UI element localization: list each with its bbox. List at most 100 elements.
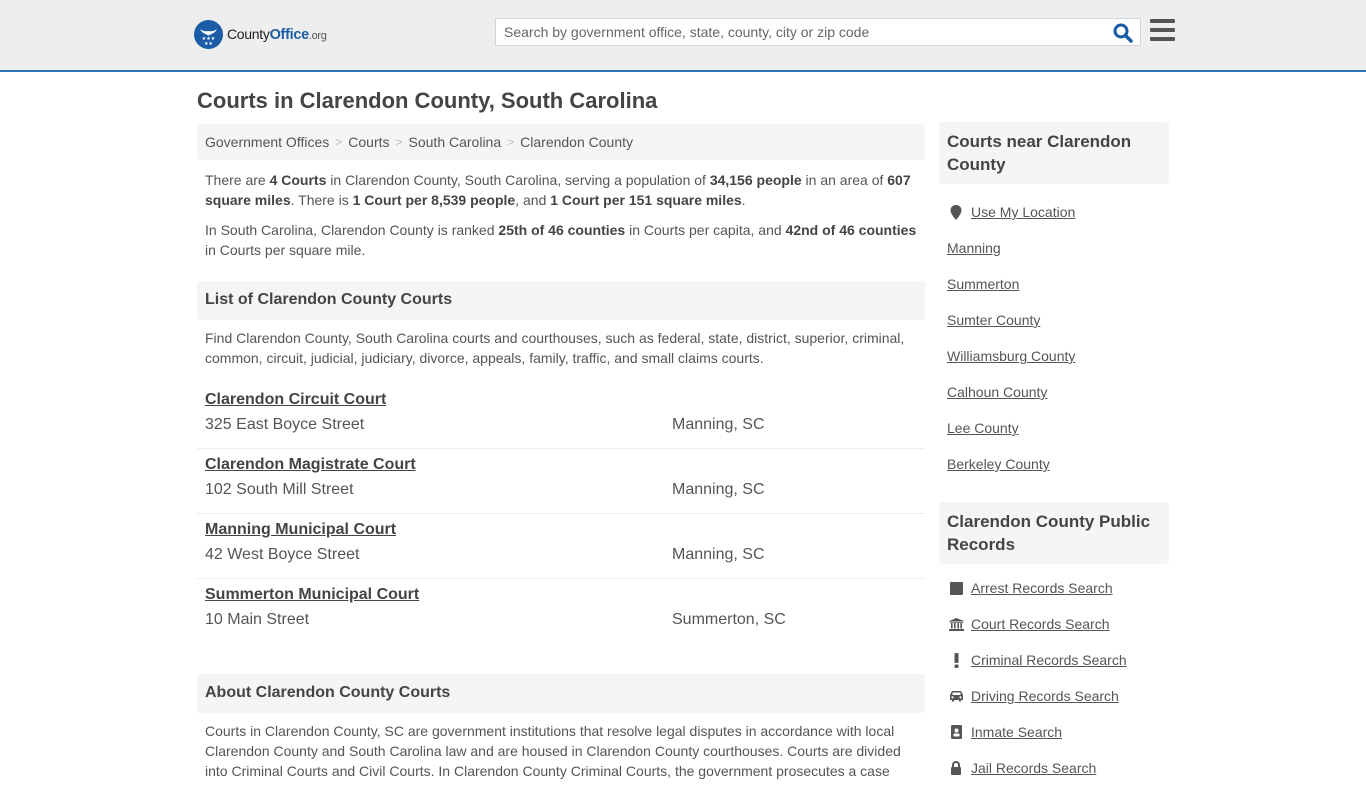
- nearby-link-williamsburg-county[interactable]: Williamsburg County: [947, 348, 1075, 364]
- text: in Courts per capita, and: [625, 222, 786, 238]
- text: , and: [515, 192, 551, 208]
- nearby-link-sumter-county[interactable]: Sumter County: [947, 312, 1040, 328]
- records-item: Jail Records Search: [947, 750, 1161, 786]
- main-content: Government Offices > Courts > South Caro…: [197, 124, 925, 781]
- breadcrumb-government-offices[interactable]: Government Offices: [205, 134, 329, 150]
- menu-bar: [1150, 28, 1175, 32]
- lock-icon: [947, 761, 965, 775]
- jail-records-link[interactable]: Jail Records Search: [971, 760, 1096, 776]
- about-text: Courts in Clarendon County, SC are gover…: [205, 723, 901, 779]
- map-marker-icon: [947, 204, 965, 220]
- rank-per-square-mile: 42nd of 46 counties: [785, 222, 917, 238]
- intro-section: There are 4 Courts in Clarendon County, …: [197, 170, 925, 260]
- courts-list: Clarendon Circuit Court 325 East Boyce S…: [197, 384, 925, 644]
- court-list-item: Clarendon Magistrate Court 102 South Mil…: [197, 449, 925, 514]
- text: in Courts per square mile.: [205, 242, 366, 258]
- nearby-item: Lee County: [947, 410, 1161, 446]
- logo-part-office: Office: [269, 27, 310, 43]
- court-name-link[interactable]: Manning Municipal Court: [205, 521, 396, 539]
- breadcrumb-separator: >: [335, 135, 343, 149]
- inmate-search-link[interactable]: Inmate Search: [971, 724, 1062, 740]
- court-address: 42 West Boyce Street: [205, 546, 360, 563]
- search-input[interactable]: [496, 19, 1096, 45]
- intro-stats-paragraph: There are 4 Courts in Clarendon County, …: [197, 170, 925, 210]
- menu-bar: [1150, 19, 1175, 23]
- rank-per-capita: 25th of 46 counties: [498, 222, 626, 238]
- text: in Clarendon County, South Carolina, ser…: [326, 172, 710, 188]
- court-count: 4 Courts: [269, 172, 327, 188]
- breadcrumb-separator: >: [507, 135, 515, 149]
- records-item: Arrest Records Search: [947, 570, 1161, 606]
- nearby-item: Manning: [947, 230, 1161, 266]
- court-city: Manning, SC: [672, 416, 765, 433]
- records-item: Criminal Records Search: [947, 642, 1161, 678]
- court-list-item: Summerton Municipal Court 10 Main Street…: [197, 579, 925, 644]
- court-list-item: Manning Municipal Court 42 West Boyce St…: [197, 514, 925, 579]
- use-my-location-item: Use My Location: [947, 194, 1161, 230]
- intro-rank-paragraph: In South Carolina, Clarendon County is r…: [197, 220, 925, 260]
- nearby-link-calhoun-county[interactable]: Calhoun County: [947, 384, 1047, 400]
- sidebar: Courts near Clarendon County Use My Loca…: [939, 122, 1169, 786]
- courts-list-description: Find Clarendon County, South Carolina co…: [205, 330, 905, 366]
- logo-part-county: County: [227, 26, 270, 42]
- menu-bar: [1150, 37, 1175, 41]
- nearby-item: Sumter County: [947, 302, 1161, 338]
- nearby-link-berkeley-county[interactable]: Berkeley County: [947, 456, 1050, 472]
- hamburger-menu-icon[interactable]: [1150, 19, 1175, 41]
- court-address: 10 Main Street: [205, 611, 310, 628]
- driving-records-link[interactable]: Driving Records Search: [971, 688, 1119, 704]
- public-records-heading: Clarendon County Public Records: [939, 502, 1169, 564]
- criminal-records-link[interactable]: Criminal Records Search: [971, 652, 1127, 668]
- courts-list-heading: List of Clarendon County Courts: [197, 281, 925, 320]
- court-records-link[interactable]: Court Records Search: [971, 616, 1110, 632]
- text: There are: [205, 172, 270, 188]
- eagle-logo-icon: ★★★ ★★: [194, 20, 223, 49]
- court-city: Summerton, SC: [672, 611, 786, 628]
- nearby-link-lee-county[interactable]: Lee County: [947, 420, 1019, 436]
- text: In South Carolina, Clarendon County is r…: [205, 222, 499, 238]
- exclamation-icon: [947, 652, 965, 668]
- courts-per-area: 1 Court per 151 square miles: [550, 192, 742, 208]
- court-name-link[interactable]: Summerton Municipal Court: [205, 586, 419, 604]
- about-section: Courts in Clarendon County, SC are gover…: [197, 713, 925, 781]
- logo-text: CountyOffice.org: [227, 26, 327, 43]
- site-header: ★★★ ★★ CountyOffice.org: [0, 0, 1366, 72]
- car-icon: [947, 690, 965, 702]
- records-item: Inmate Search: [947, 714, 1161, 750]
- use-my-location-link[interactable]: Use My Location: [971, 204, 1075, 220]
- breadcrumb-courts[interactable]: Courts: [348, 134, 389, 150]
- svg-text:★★: ★★: [204, 41, 213, 47]
- logo-part-org: .org: [308, 30, 327, 42]
- records-item: Driving Records Search: [947, 678, 1161, 714]
- court-list-item: Clarendon Circuit Court 325 East Boyce S…: [197, 384, 925, 449]
- court-city: Manning, SC: [672, 481, 765, 498]
- court-address: 102 South Mill Street: [205, 481, 354, 498]
- arrest-records-link[interactable]: Arrest Records Search: [971, 580, 1113, 596]
- square-icon: [947, 581, 965, 595]
- text: . There is: [290, 192, 353, 208]
- search-button[interactable]: [1112, 22, 1134, 44]
- population: 34,156 people: [709, 172, 802, 188]
- breadcrumb-separator: >: [395, 135, 403, 149]
- courthouse-icon: [947, 617, 965, 631]
- breadcrumb-south-carolina[interactable]: South Carolina: [409, 134, 502, 150]
- nearby-courts-list: Use My Location Manning Summerton Sumter…: [939, 194, 1169, 482]
- court-address: 325 East Boyce Street: [205, 416, 365, 433]
- breadcrumb-clarendon-county[interactable]: Clarendon County: [520, 134, 633, 150]
- nearby-link-manning[interactable]: Manning: [947, 240, 1001, 256]
- nearby-link-summerton[interactable]: Summerton: [947, 276, 1019, 292]
- court-name-link[interactable]: Clarendon Circuit Court: [205, 391, 386, 409]
- site-logo[interactable]: ★★★ ★★ CountyOffice.org: [194, 20, 327, 49]
- nearby-item: Williamsburg County: [947, 338, 1161, 374]
- text: .: [741, 192, 746, 208]
- court-name-link[interactable]: Clarendon Magistrate Court: [205, 456, 416, 474]
- page-title: Courts in Clarendon County, South Caroli…: [197, 88, 658, 113]
- text: in an area of: [801, 172, 888, 188]
- court-city: Manning, SC: [672, 546, 765, 563]
- courts-per-people: 1 Court per 8,539 people: [352, 192, 516, 208]
- records-item: Court Records Search: [947, 606, 1161, 642]
- about-courts-heading: About Clarendon County Courts: [197, 674, 925, 713]
- public-records-list: Arrest Records Search Court Records Sear…: [939, 570, 1169, 786]
- nearby-item: Berkeley County: [947, 446, 1161, 482]
- search-bar: [495, 18, 1141, 46]
